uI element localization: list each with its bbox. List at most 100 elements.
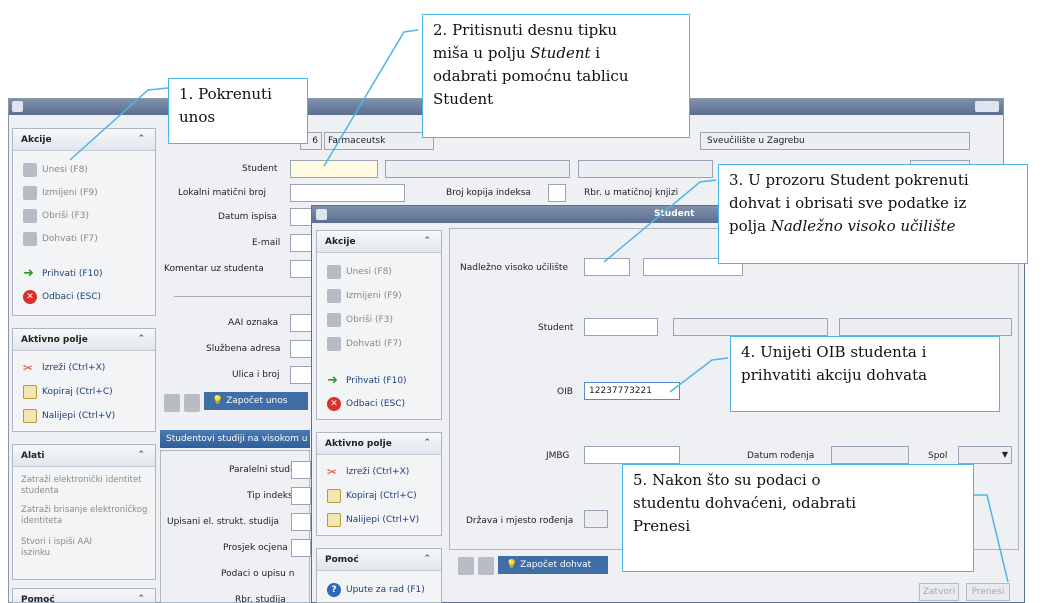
- edit-icon: [327, 289, 341, 303]
- ulica-label: Ulica i broj: [232, 370, 280, 380]
- komentar-field[interactable]: [290, 260, 312, 278]
- zapocet-unos-button[interactable]: 💡 Započet unos: [204, 392, 308, 410]
- obrisi-action[interactable]: Obriši (F3): [23, 209, 89, 223]
- nav-first-icon[interactable]: [164, 394, 180, 412]
- student-surname-field: [578, 160, 713, 178]
- kopija-label: Broj kopija indeksa: [446, 188, 531, 198]
- callout-3: 3. U prozoru Student pokrenuti dohvat i …: [718, 164, 1028, 264]
- dialog-izmijeni-action[interactable]: Izmijeni (F9): [327, 289, 402, 303]
- rbr-label: Rbr. u matičnoj knjizi: [584, 188, 679, 198]
- drzava-label: Država i mjesto rođenja: [466, 516, 574, 526]
- dialog-izrezi-action[interactable]: ✂ Izreži (Ctrl+X): [327, 465, 409, 479]
- kopiraj-action[interactable]: Kopiraj (Ctrl+C): [23, 385, 113, 399]
- paralelni-label: Paralelni studij: [229, 465, 295, 475]
- new-icon: [327, 265, 341, 279]
- oib-field[interactable]: 12237773221: [584, 382, 680, 400]
- dialog-kopiraj-action[interactable]: Kopiraj (Ctrl+C): [327, 489, 417, 503]
- upisani-field[interactable]: [291, 513, 311, 531]
- accept-arrow-icon: ➜: [23, 266, 34, 281]
- dialog-prihvati-action[interactable]: ➜ Prihvati (F10): [327, 374, 407, 388]
- datum-field[interactable]: [290, 208, 312, 226]
- nadlezno-label: Nadležno visoko učilište: [460, 263, 568, 273]
- tip-field[interactable]: [291, 487, 311, 505]
- paralelni-field[interactable]: [291, 461, 311, 479]
- lokalni-label: Lokalni matični broj: [178, 188, 267, 198]
- dialog-pomoc-header[interactable]: Pomoć ⌃: [317, 549, 441, 571]
- izrezi-action[interactable]: ✂ Izreži (Ctrl+X): [23, 361, 105, 375]
- dialog-nav-prev-icon[interactable]: [478, 557, 494, 575]
- dialog-nalijepi-action[interactable]: Nalijepi (Ctrl+V): [327, 513, 419, 527]
- dialog-student-name-field: [673, 318, 828, 336]
- dialog-obrisi-action[interactable]: Obriši (F3): [327, 313, 393, 327]
- pomoc-header[interactable]: Pomoć ⌃: [13, 589, 155, 602]
- dialog-student-surname-field: [839, 318, 1012, 336]
- datum-label: Datum ispisa: [218, 212, 277, 222]
- drzava-field[interactable]: [584, 510, 608, 528]
- alati-item-aai[interactable]: Stvori i ispiši AAI iszinku: [21, 537, 121, 559]
- izmijeni-action[interactable]: Izmijeni (F9): [23, 186, 98, 200]
- paste-icon: [23, 409, 37, 423]
- jmbg-label: JMBG: [546, 451, 570, 461]
- collapse-icon[interactable]: ⌃: [423, 554, 431, 564]
- sluzbena-field[interactable]: [290, 340, 312, 358]
- rbr-studija-label: Rbr. studija: [235, 595, 286, 603]
- accept-arrow-icon: ➜: [327, 373, 338, 388]
- unesi-action[interactable]: Unesi (F8): [23, 163, 88, 177]
- collapse-icon[interactable]: ⌃: [137, 134, 145, 144]
- dialog-menu-icon[interactable]: [316, 209, 327, 220]
- ulica-field[interactable]: [290, 366, 312, 384]
- tab-studenti-studiji[interactable]: Studentovi studiji na visokom u: [160, 430, 310, 448]
- dialog-akcije-header[interactable]: Akcije ⌃: [317, 231, 441, 253]
- paste-icon: [327, 513, 341, 527]
- jmbg-field[interactable]: [584, 446, 680, 464]
- collapse-icon[interactable]: ⌃: [423, 236, 431, 246]
- dialog-student-field[interactable]: [584, 318, 658, 336]
- callout-4: 4. Unijeti OIB studenta i prihvatiti akci…: [730, 336, 1000, 412]
- email-label: E-mail: [252, 238, 281, 248]
- nalijepi-action[interactable]: Nalijepi (Ctrl+V): [23, 409, 115, 423]
- sidebar-alati-panel: Alati ⌃ Zatraži elektronički identitet st…: [12, 444, 156, 580]
- student-name-field: [385, 160, 570, 178]
- scissors-icon: ✂: [327, 465, 338, 479]
- dialog-nav-first-icon[interactable]: [458, 557, 474, 575]
- dohvati-action[interactable]: Dohvati (F7): [23, 232, 98, 246]
- sluzbena-label: Službena adresa: [206, 344, 281, 354]
- kopija-field[interactable]: [548, 184, 566, 202]
- komentar-label: Komentar uz studenta: [164, 264, 264, 274]
- collapse-icon[interactable]: ⌃: [137, 334, 145, 344]
- zatvori-button[interactable]: Zatvori: [919, 583, 959, 601]
- student-field[interactable]: [290, 160, 378, 178]
- fetch-icon: [327, 337, 341, 351]
- aktivno-header[interactable]: Aktivno polje ⌃: [13, 329, 155, 351]
- window-controls-icon[interactable]: [975, 101, 999, 112]
- lokalni-field[interactable]: [290, 184, 405, 202]
- prosjek-field[interactable]: [291, 539, 311, 557]
- aai-field[interactable]: [290, 314, 312, 332]
- nav-prev-icon[interactable]: [184, 394, 200, 412]
- prosjek-label: Prosjek ocjena: [223, 543, 288, 553]
- new-icon: [23, 163, 37, 177]
- student-label: Student: [242, 164, 278, 174]
- alati-header[interactable]: Alati ⌃: [13, 445, 155, 467]
- dialog-dohvati-action[interactable]: Dohvati (F7): [327, 337, 402, 351]
- collapse-icon[interactable]: ⌃: [137, 594, 145, 602]
- upute-action[interactable]: ? Upute za rad (F1): [327, 583, 425, 597]
- copy-icon: [327, 489, 341, 503]
- alati-item-eid[interactable]: Zatraži elektronički identitet studenta: [21, 475, 149, 497]
- sidebar-pomoc-panel: Pomoć ⌃: [12, 588, 156, 603]
- dialog-unesi-action[interactable]: Unesi (F8): [327, 265, 392, 279]
- zapocet-dohvat-button[interactable]: 💡 Započet dohvat: [498, 556, 608, 574]
- collapse-icon[interactable]: ⌃: [423, 438, 431, 448]
- akcije-header[interactable]: Akcije ⌃: [13, 129, 155, 151]
- dialog-aktivno-header[interactable]: Aktivno polje ⌃: [317, 433, 441, 455]
- collapse-icon[interactable]: ⌃: [137, 450, 145, 460]
- nadlezno-code-field[interactable]: [584, 258, 630, 276]
- odbaci-action[interactable]: ✕ Odbaci (ESC): [23, 290, 101, 304]
- window-menu-icon[interactable]: [12, 101, 23, 112]
- email-field[interactable]: [290, 234, 312, 252]
- alati-item-brisanje[interactable]: Zatraži brisanje elektroničkog identitet…: [21, 505, 149, 527]
- prenesi-button[interactable]: Prenesi: [966, 583, 1010, 601]
- spol-select[interactable]: ▼: [958, 446, 1012, 464]
- prihvati-action[interactable]: ➜ Prihvati (F10): [23, 267, 103, 281]
- dialog-odbaci-action[interactable]: ✕ Odbaci (ESC): [327, 397, 405, 411]
